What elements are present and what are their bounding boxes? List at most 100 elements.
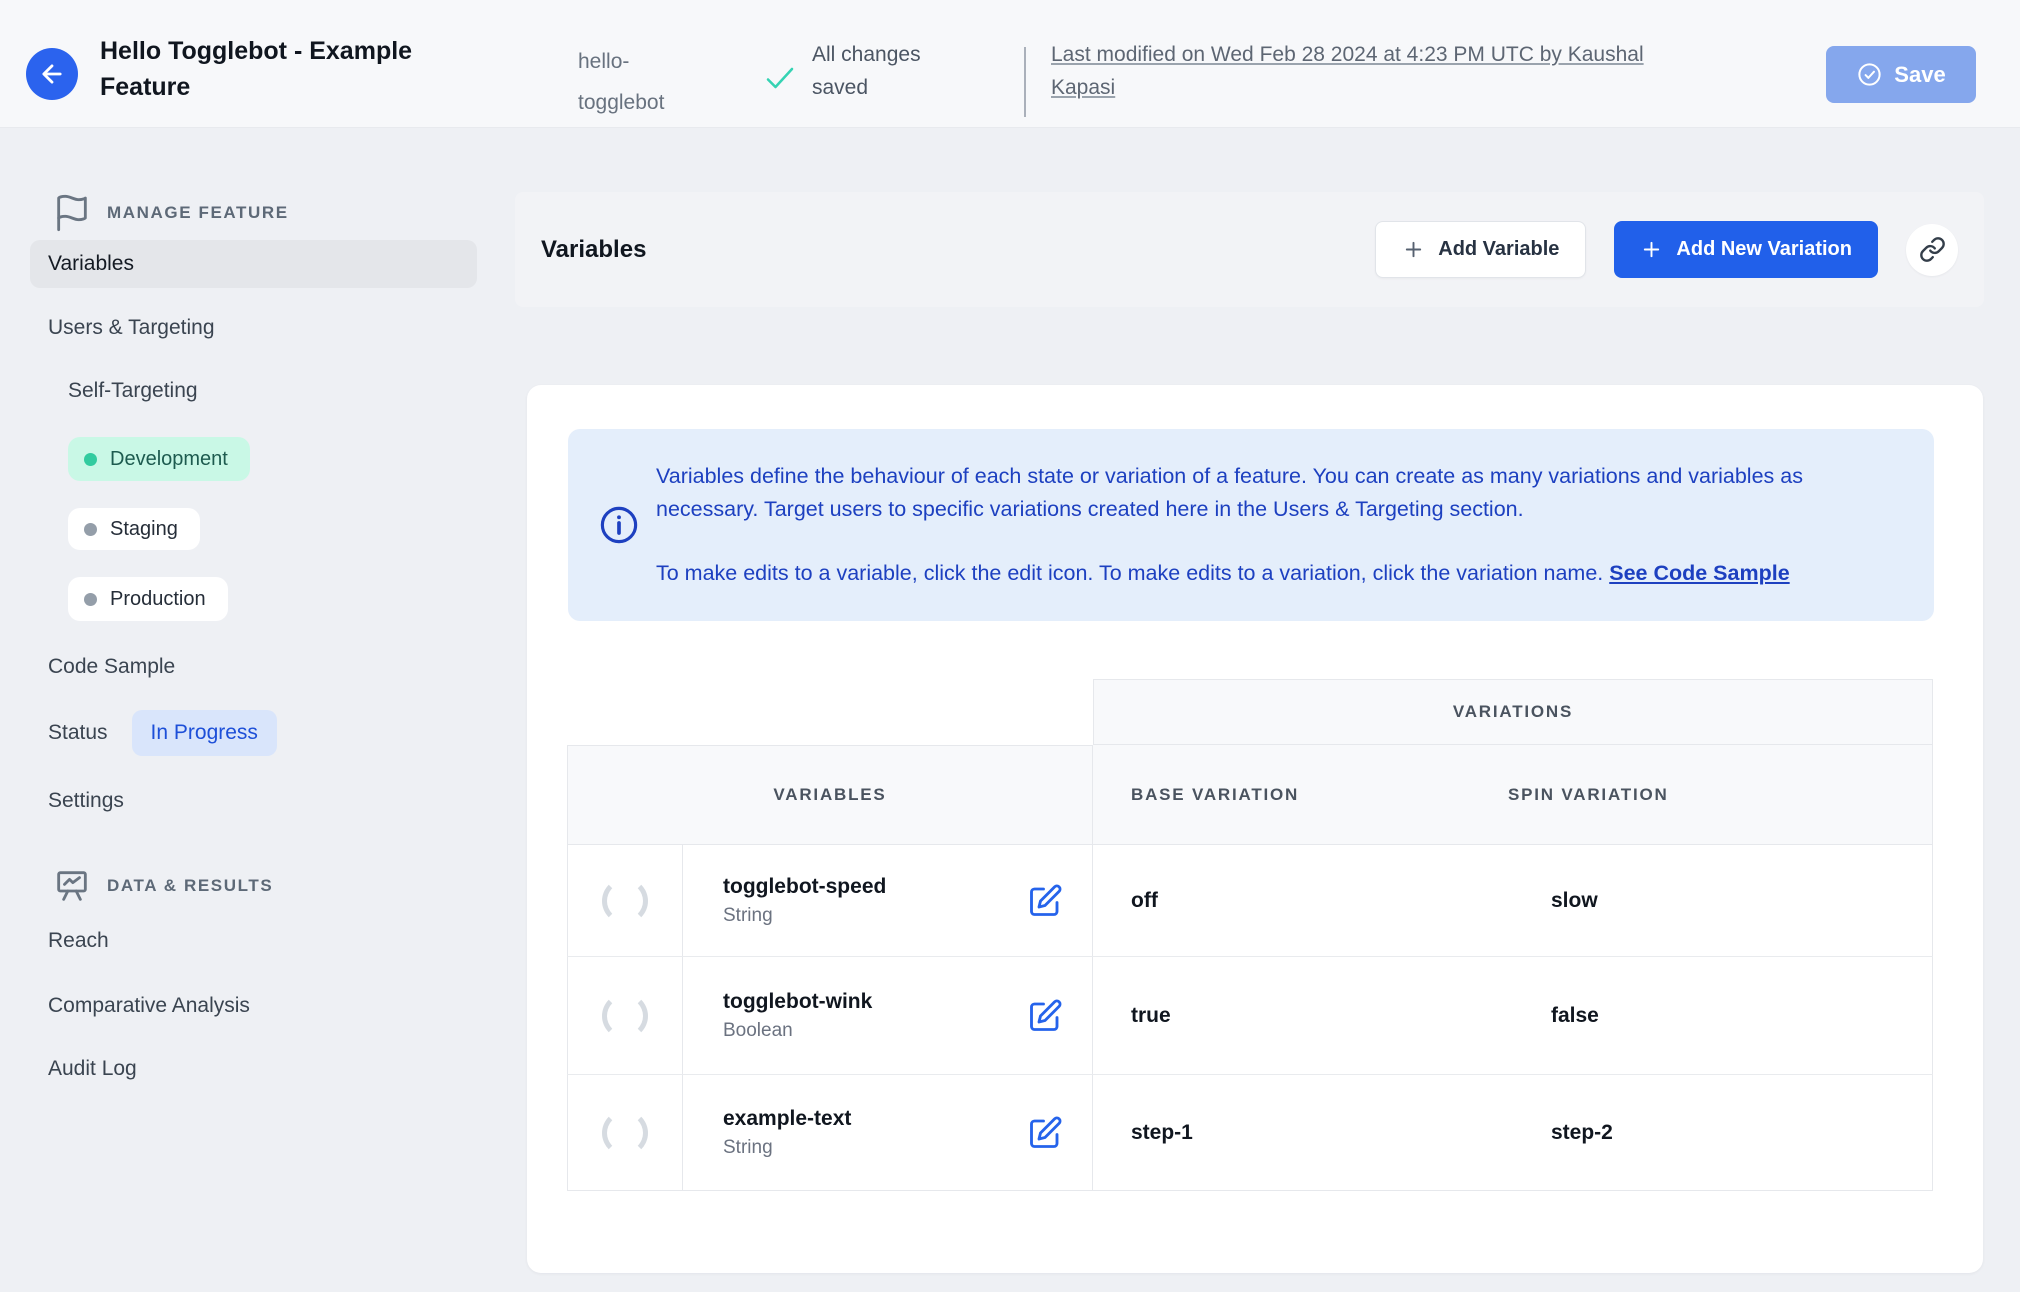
save-status-text: All changes saved <box>812 43 921 99</box>
variable-parentheses-icon <box>602 1109 648 1156</box>
variable-type: String <box>723 904 773 926</box>
env-label: Development <box>110 447 228 470</box>
section-title: Variables <box>541 235 647 263</box>
edit-variable-button[interactable] <box>1026 882 1064 920</box>
back-button[interactable] <box>26 48 78 100</box>
column-header-variables: VARIABLES <box>567 745 1093 845</box>
env-pill-staging[interactable]: Staging <box>68 508 200 550</box>
variable-name-cell: example-text String <box>683 1075 1093 1190</box>
info-icon <box>598 504 640 546</box>
variable-name: togglebot-speed <box>723 874 887 898</box>
variable-name: togglebot-wink <box>723 989 873 1013</box>
env-label: Production <box>110 587 206 610</box>
variable-name-cell: togglebot-speed String <box>683 845 1093 956</box>
variables-table: VARIATIONS VARIABLES BASE VARIATION SPIN… <box>567 679 1933 1191</box>
table-row: togglebot-speed String off slow <box>567 845 1933 957</box>
flag-icon <box>52 193 92 233</box>
add-new-variation-label: Add New Variation <box>1676 238 1852 260</box>
sidebar-item-variables[interactable]: Variables <box>30 240 477 288</box>
manage-feature-label: MANAGE FEATURE <box>107 203 289 222</box>
add-variable-button[interactable]: Add Variable <box>1375 221 1587 278</box>
last-modified-link[interactable]: Last modified on Wed Feb 28 2024 at 4:23… <box>1051 38 1671 104</box>
sidebar-item-settings[interactable]: Settings <box>48 784 124 817</box>
feature-key: hello-togglebot <box>578 50 665 114</box>
edit-pencil-icon <box>1027 883 1063 919</box>
base-variation-value: true <box>1131 1003 1171 1027</box>
header-divider <box>1024 47 1026 117</box>
base-variation-cell: true <box>1093 957 1508 1074</box>
base-variation-cell: step-1 <box>1093 1075 1508 1190</box>
variable-name-cell: togglebot-wink Boolean <box>683 957 1093 1074</box>
manage-feature-section-header: MANAGE FEATURE <box>52 193 289 233</box>
variable-type-cell <box>567 1075 683 1190</box>
data-results-section-header: DATA & RESULTS <box>52 866 273 906</box>
spin-variation-cell: step-2 <box>1508 1075 1933 1190</box>
edit-variable-button[interactable] <box>1026 1114 1064 1152</box>
page-title: Hello Togglebot - Example Feature <box>100 37 413 101</box>
save-button[interactable]: Save <box>1826 46 1976 103</box>
table-group-header-row: VARIATIONS <box>567 679 1933 745</box>
edit-pencil-icon <box>1027 998 1063 1034</box>
group-header-spacer <box>567 679 1093 745</box>
copy-link-button[interactable] <box>1906 223 1958 276</box>
status-badge: In Progress <box>131 710 277 756</box>
saved-check-icon <box>762 60 798 96</box>
sidebar-item-users-targeting[interactable]: Users & Targeting <box>48 311 215 344</box>
add-new-variation-button[interactable]: Add New Variation <box>1614 221 1878 278</box>
column-header-base-variation: BASE VARIATION <box>1131 784 1300 804</box>
edit-pencil-icon <box>1027 1115 1063 1151</box>
plus-icon <box>1402 238 1425 261</box>
table-row: example-text String step-1 step-2 <box>567 1075 1933 1191</box>
variable-name: example-text <box>723 1106 852 1130</box>
variable-type: Boolean <box>723 1019 793 1041</box>
add-variable-label: Add Variable <box>1438 238 1560 260</box>
see-code-sample-link[interactable]: See Code Sample <box>1609 561 1789 585</box>
info-box: Variables define the behaviour of each s… <box>568 429 1934 621</box>
variable-parentheses-icon <box>602 992 648 1039</box>
env-label: Staging <box>110 517 178 540</box>
spin-variation-value: false <box>1551 1003 1599 1027</box>
arrow-left-icon <box>38 60 66 88</box>
env-dot-icon <box>84 592 97 606</box>
variables-card: Variables define the behaviour of each s… <box>527 385 1983 1273</box>
info-paragraph-1: Variables define the behaviour of each s… <box>656 464 1803 521</box>
sidebar-item-comparative-analysis[interactable]: Comparative Analysis <box>48 989 250 1022</box>
presentation-chart-icon <box>52 866 92 906</box>
spin-variation-cell: slow <box>1508 845 1933 956</box>
column-header-variations-group: BASE VARIATION SPIN VARIATION <box>1093 745 1933 845</box>
link-icon <box>1919 236 1946 263</box>
sidebar-item-reach[interactable]: Reach <box>48 924 109 957</box>
info-paragraph-2: To make edits to a variable, click the e… <box>656 557 1894 590</box>
edit-variable-button[interactable] <box>1026 997 1064 1035</box>
env-pill-production[interactable]: Production <box>68 577 228 621</box>
spin-variation-value: slow <box>1551 888 1598 912</box>
variable-parentheses-icon <box>602 877 648 924</box>
top-bar: Hello Togglebot - Example Feature hello-… <box>0 0 2020 128</box>
sidebar-item-self-targeting[interactable]: Self-Targeting <box>68 374 198 407</box>
sidebar-item-label: Variables <box>48 252 134 275</box>
sidebar-item-code-sample[interactable]: Code Sample <box>48 650 175 683</box>
variables-toolbar: Variables Add Variable Add New Variation <box>515 192 1984 307</box>
data-results-label: DATA & RESULTS <box>107 876 274 895</box>
column-header-spin-variation: SPIN VARIATION <box>1508 784 1669 804</box>
env-dot-icon <box>84 452 97 466</box>
env-pill-development[interactable]: Development <box>68 437 250 481</box>
table-column-header-row: VARIABLES BASE VARIATION SPIN VARIATION <box>567 745 1933 845</box>
table-row: togglebot-wink Boolean true false <box>567 957 1933 1075</box>
status-label[interactable]: Status <box>48 721 108 745</box>
variable-type-cell <box>567 957 683 1074</box>
base-variation-value: off <box>1131 888 1158 912</box>
env-dot-icon <box>84 522 97 536</box>
info-paragraph-2-text: To make edits to a variable, click the e… <box>656 561 1610 585</box>
spin-variation-cell: false <box>1508 957 1933 1074</box>
plus-icon <box>1640 238 1663 261</box>
check-circle-icon <box>1856 61 1883 88</box>
spin-variation-value: step-2 <box>1551 1120 1613 1144</box>
variable-type: String <box>723 1136 773 1158</box>
save-button-label: Save <box>1894 61 1946 87</box>
base-variation-cell: off <box>1093 845 1508 956</box>
variations-group-header: VARIATIONS <box>1093 679 1933 745</box>
sidebar-item-status: Status In Progress <box>48 710 277 756</box>
sidebar-item-audit-log[interactable]: Audit Log <box>48 1052 137 1085</box>
variable-type-cell <box>567 845 683 956</box>
